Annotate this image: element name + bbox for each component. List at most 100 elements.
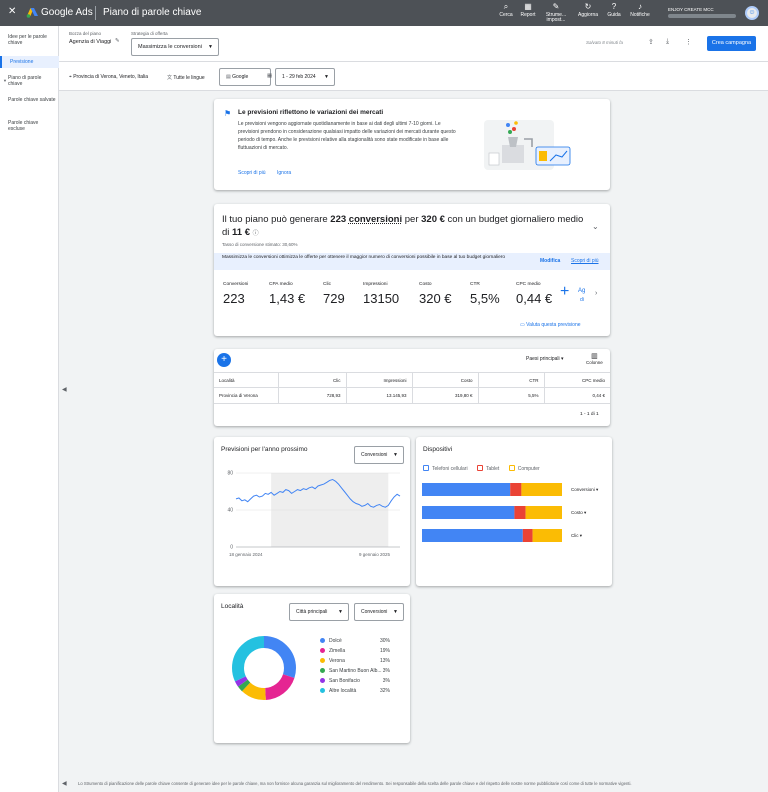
device-bar-segment — [525, 506, 562, 519]
metric-label: Costo — [419, 282, 432, 287]
banner-edit-link[interactable]: Modifica — [540, 258, 560, 264]
next-year-metric-select[interactable]: Conversioni ▼ — [354, 446, 404, 464]
sidebar-item-saved-keywords[interactable]: Parole chiave salvate — [8, 97, 56, 103]
strategy-banner: Massimizza le conversioni ottimizza le o… — [214, 253, 610, 270]
column-header[interactable]: Costo — [411, 372, 478, 388]
plan-name[interactable]: Agenzia di Viaggi — [69, 39, 111, 45]
sidebar-item-keyword-ideas[interactable]: Idee per le parole chiave — [8, 34, 56, 46]
account-id-redacted — [668, 14, 736, 18]
legend-dot — [320, 658, 325, 663]
column-header[interactable]: Clic — [277, 372, 346, 388]
y-tick-label: 80 — [227, 471, 233, 477]
info-body: Le previsioni vengono aggiornate quotidi… — [238, 121, 456, 151]
dropdown-arrow-icon: ▼ — [324, 74, 329, 80]
devices-card: Dispositivi Telefoni cellulari Tablet Co… — [416, 437, 612, 586]
sidebar-item-negative-keywords[interactable]: Parole chiave escluse — [8, 120, 56, 132]
device-bar-segment — [510, 483, 522, 496]
metric-label: CPA medio — [269, 282, 293, 287]
draft-label: Bozza del piano — [69, 31, 102, 36]
help-button[interactable]: ? Guida — [605, 3, 623, 18]
tools-icon: ✎ — [552, 2, 560, 11]
edit-icon[interactable]: ✎ — [115, 38, 120, 44]
dropdown-arrow-icon: ▼ — [393, 609, 398, 615]
table-row[interactable]: Provincia di Verona 728,93 13.145,93 319,80… — [214, 387, 610, 404]
notifications-button[interactable]: ♪ Notifiche — [627, 3, 653, 18]
device-bar-segment — [521, 483, 562, 496]
top-countries-select[interactable]: Paesi principali ▾ — [526, 356, 564, 362]
collapse-sidebar-icon[interactable]: ◀ — [62, 386, 67, 393]
column-header[interactable]: CPC medio — [543, 372, 610, 388]
tools-button[interactable]: ✎ Strume... impost... — [541, 3, 571, 23]
top-app-bar: ✕ Google Ads Piano di parole chiave ⌕ Cer… — [0, 0, 768, 26]
location-legend-item: San Bonifacio 3% — [320, 678, 400, 684]
legend-tablet: Tablet — [476, 465, 499, 472]
network-select[interactable]: ▤ Google — [219, 68, 271, 86]
date-range-select[interactable]: 1 - 29 feb 2024 ▼ — [275, 68, 335, 86]
location-legend-item: Altre località 32% — [320, 688, 400, 694]
location-name: Verona — [329, 658, 345, 664]
help-icon: ? — [611, 2, 617, 11]
columns-icon: ▥ — [591, 353, 598, 360]
add-metric-label[interactable]: Ag — [578, 288, 585, 294]
device-bar-segment — [422, 483, 511, 496]
table-cell: 319,80 € — [411, 387, 478, 404]
column-header[interactable]: Impressioni — [345, 372, 412, 388]
location-name: San Bonifacio — [329, 678, 360, 684]
location-pct: 19% — [379, 648, 390, 654]
more-vert-icon[interactable]: ⋮ — [685, 38, 692, 46]
bell-icon: ♪ — [638, 2, 642, 11]
table-cell: 728,93 — [277, 387, 346, 404]
create-campaign-button[interactable]: Crea campagna — [707, 36, 756, 51]
device-row-select-1[interactable]: Conversioni ▾ — [571, 487, 598, 493]
sidebar-item-keyword-plan[interactable]: Piano di parole chiave — [8, 75, 56, 87]
bid-strategy-select[interactable]: Massimizza le conversioni ▼ — [131, 38, 219, 56]
help-icon: ⓘ — [252, 231, 259, 237]
dismiss-link[interactable]: Ignora — [277, 170, 291, 176]
download-icon[interactable]: ⤓ — [666, 38, 669, 46]
column-header[interactable]: Località — [214, 373, 278, 388]
metric-value: 729 — [323, 291, 345, 306]
report-button[interactable]: ▦ Report — [519, 3, 537, 18]
filter-bar: ⌖ Provincia di Verona, Veneto, Italia 文 … — [59, 62, 768, 91]
location-filter[interactable]: ⌖ Provincia di Verona, Veneto, Italia — [69, 74, 148, 80]
y-tick-label: 0 — [230, 545, 233, 551]
computer-icon — [508, 465, 515, 471]
locations-card: Località Città principali ▼ Conversioni ▼ … — [214, 594, 410, 743]
add-metric-icon[interactable]: + — [560, 284, 569, 300]
legend-dot — [320, 638, 325, 643]
banner-learn-link[interactable]: Scopri di più — [571, 258, 599, 264]
expand-chevron-icon[interactable]: ⌄ — [592, 222, 599, 231]
location-table-card: + Paesi principali ▾ ▥ Colonne Località Cl… — [214, 349, 610, 426]
avatar[interactable]: ☺ — [745, 6, 759, 20]
account-switcher[interactable]: ENJOY CREATE MCC — [668, 7, 736, 18]
metric-label: CTR — [470, 282, 480, 287]
add-location-button[interactable]: + — [217, 353, 231, 367]
next-year-title: Previsioni per l'anno prossimo — [221, 446, 308, 453]
metric-label: Clic — [323, 282, 331, 287]
search-icon: ⌕ — [503, 2, 509, 11]
refresh-button[interactable]: ↻ Aggiorna — [576, 3, 600, 18]
device-row-select-3[interactable]: Clic ▾ — [571, 533, 582, 539]
location-name: Zimella — [329, 648, 346, 654]
language-filter[interactable]: 文 Tutte le lingue — [167, 74, 205, 81]
metric-label: Impressioni — [363, 282, 388, 287]
calendar-icon[interactable]: ▦ — [267, 73, 272, 79]
locations-metric-select[interactable]: Conversioni ▼ — [354, 603, 404, 621]
columns-button[interactable]: ▥ Colonne — [586, 352, 603, 365]
chevron-down-icon[interactable]: ▼ — [3, 78, 7, 83]
devices-bar-chart — [422, 483, 562, 542]
column-header[interactable]: CTR — [477, 372, 544, 388]
legend-dot — [320, 678, 325, 683]
phone-icon — [423, 465, 429, 471]
share-icon[interactable]: ⇪ — [648, 38, 654, 46]
title-divider — [95, 6, 96, 20]
device-row-select-2[interactable]: Costo ▾ — [571, 510, 586, 516]
close-icon[interactable]: ✕ — [8, 7, 16, 17]
sidebar-item-forecast[interactable]: Previsione — [0, 56, 59, 68]
learn-more-link[interactable]: Scopri di più — [238, 170, 266, 176]
rate-forecast-link[interactable]: ▭ Valuta questa previsione — [520, 322, 581, 328]
search-button[interactable]: ⌕ Cerca — [499, 3, 513, 18]
top-cities-select[interactable]: Città principali ▼ — [289, 603, 349, 621]
collapse-footer-icon[interactable]: ◀ — [62, 780, 67, 787]
next-chevron-icon[interactable]: › — [595, 290, 597, 297]
